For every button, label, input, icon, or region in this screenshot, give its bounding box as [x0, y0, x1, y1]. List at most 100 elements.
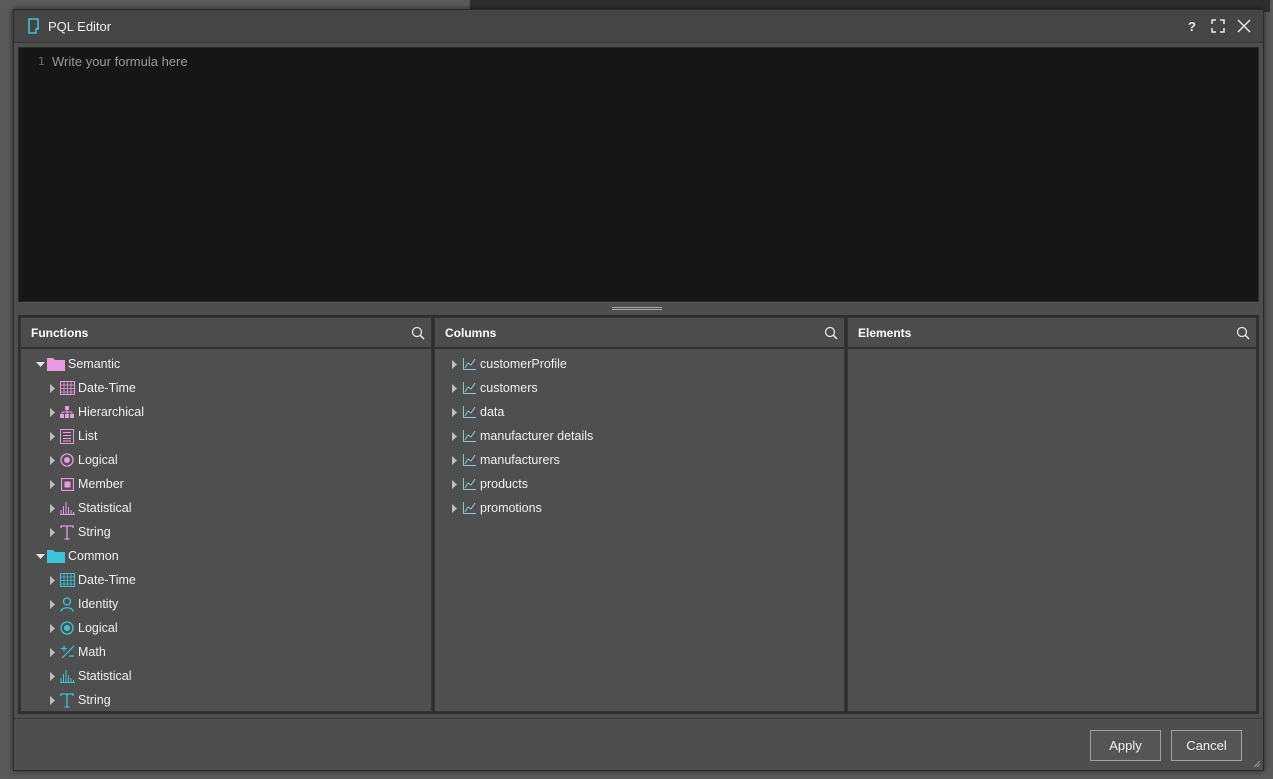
- close-icon[interactable]: [1235, 17, 1253, 35]
- tree-item-label: String: [78, 693, 111, 707]
- column-label: manufacturers: [480, 453, 560, 467]
- identity-icon: [59, 596, 75, 612]
- tree-item-label: Logical: [78, 621, 118, 635]
- cancel-button[interactable]: Cancel: [1171, 730, 1242, 761]
- search-icon[interactable]: [1236, 326, 1250, 340]
- column-label: manufacturer details: [480, 429, 594, 443]
- collapsed-caret-icon[interactable]: [449, 383, 459, 393]
- tree-item-identity[interactable]: Identity: [21, 592, 431, 616]
- functions-panel-header: Functions: [21, 318, 431, 349]
- column-label: customers: [480, 381, 538, 395]
- panels-area: Functions Semantic Date-Time Hierarchica…: [18, 315, 1259, 714]
- column-item[interactable]: products: [435, 472, 844, 496]
- column-item[interactable]: promotions: [435, 496, 844, 520]
- tree-item-member[interactable]: Member: [21, 472, 431, 496]
- tree-item-label: Date-Time: [78, 573, 136, 587]
- elements-panel-title: Elements: [858, 325, 912, 340]
- collapsed-caret-icon[interactable]: [449, 407, 459, 417]
- resize-grip-icon[interactable]: [1253, 760, 1261, 768]
- folder-icon: [47, 548, 65, 564]
- collapsed-caret-icon[interactable]: [449, 455, 459, 465]
- column-chart-icon: [461, 428, 477, 444]
- statistical-icon: [59, 668, 75, 684]
- collapsed-caret-icon[interactable]: [47, 383, 57, 393]
- columns-panel-title: Columns: [445, 325, 497, 340]
- collapsed-caret-icon[interactable]: [449, 359, 459, 369]
- maximize-icon[interactable]: [1209, 17, 1227, 35]
- column-item[interactable]: manufacturer details: [435, 424, 844, 448]
- collapsed-caret-icon[interactable]: [47, 503, 57, 513]
- tree-item-string[interactable]: String: [21, 520, 431, 544]
- column-chart-icon: [461, 380, 477, 396]
- column-chart-icon: [461, 404, 477, 420]
- window-title: PQL Editor: [48, 18, 112, 34]
- collapsed-caret-icon[interactable]: [47, 599, 57, 609]
- hierarchy-icon: [59, 404, 75, 420]
- tree-item-statistical[interactable]: Statistical: [21, 496, 431, 520]
- column-item[interactable]: customers: [435, 376, 844, 400]
- column-item[interactable]: data: [435, 400, 844, 424]
- columns-tree: customerProfile customers data manufactu…: [435, 349, 844, 520]
- column-label: customerProfile: [480, 357, 567, 371]
- splitter-grip[interactable]: [612, 307, 662, 310]
- collapsed-caret-icon[interactable]: [47, 647, 57, 657]
- logical-icon: [59, 620, 75, 636]
- collapsed-caret-icon[interactable]: [47, 695, 57, 705]
- tree-item-hierarchical[interactable]: Hierarchical: [21, 400, 431, 424]
- tree-item-label: Date-Time: [78, 381, 136, 395]
- tree-item-string[interactable]: String: [21, 688, 431, 712]
- collapsed-caret-icon[interactable]: [47, 575, 57, 585]
- tree-item-label: Statistical: [78, 669, 132, 683]
- collapsed-caret-icon[interactable]: [47, 527, 57, 537]
- folder-icon: [47, 356, 65, 372]
- tree-item-statistical[interactable]: Statistical: [21, 664, 431, 688]
- column-label: data: [480, 405, 505, 419]
- pql-editor-icon: [26, 18, 42, 34]
- dialog-footer: Apply Cancel: [14, 718, 1263, 770]
- functions-tree: Semantic Date-Time Hierarchical List Log…: [21, 349, 431, 712]
- expanded-caret-icon[interactable]: [35, 359, 45, 369]
- expanded-caret-icon[interactable]: [35, 551, 45, 561]
- calendar-icon: [59, 380, 75, 396]
- logical-icon: [59, 452, 75, 468]
- tree-item-math[interactable]: Math: [21, 640, 431, 664]
- collapsed-caret-icon[interactable]: [47, 407, 57, 417]
- collapsed-caret-icon[interactable]: [47, 455, 57, 465]
- apply-button[interactable]: Apply: [1090, 730, 1161, 761]
- tree-item-label: Hierarchical: [78, 405, 144, 419]
- elements-panel: Elements: [847, 317, 1257, 712]
- tree-group-common[interactable]: Common: [21, 544, 431, 568]
- functions-panel: Functions Semantic Date-Time Hierarchica…: [20, 317, 432, 712]
- collapsed-caret-icon[interactable]: [449, 431, 459, 441]
- pql-editor-dialog: PQL Editor ? 1 Write your formula here F…: [13, 9, 1264, 771]
- tree-item-logical[interactable]: Logical: [21, 616, 431, 640]
- string-icon: [59, 524, 75, 540]
- tree-group-label: Common: [68, 549, 119, 563]
- collapsed-caret-icon[interactable]: [449, 479, 459, 489]
- search-icon[interactable]: [824, 326, 838, 340]
- tree-item-date-time[interactable]: Date-Time: [21, 376, 431, 400]
- column-chart-icon: [461, 356, 477, 372]
- column-chart-icon: [461, 500, 477, 516]
- formula-editor[interactable]: 1 Write your formula here: [18, 47, 1259, 302]
- column-item[interactable]: manufacturers: [435, 448, 844, 472]
- tree-group-semantic[interactable]: Semantic: [21, 352, 431, 376]
- line-number: 1: [38, 55, 45, 68]
- collapsed-caret-icon[interactable]: [47, 671, 57, 681]
- elements-panel-header: Elements: [848, 318, 1256, 349]
- tree-item-date-time[interactable]: Date-Time: [21, 568, 431, 592]
- string-icon: [59, 692, 75, 708]
- tree-item-list[interactable]: List: [21, 424, 431, 448]
- column-item[interactable]: customerProfile: [435, 352, 844, 376]
- tree-item-label: Math: [78, 645, 106, 659]
- collapsed-caret-icon[interactable]: [47, 623, 57, 633]
- help-icon[interactable]: ?: [1183, 17, 1201, 35]
- tree-item-label: Logical: [78, 453, 118, 467]
- editor-splitter[interactable]: [14, 304, 1263, 312]
- collapsed-caret-icon[interactable]: [449, 503, 459, 513]
- tree-item-logical[interactable]: Logical: [21, 448, 431, 472]
- collapsed-caret-icon[interactable]: [47, 479, 57, 489]
- tree-group-label: Semantic: [68, 357, 121, 371]
- search-icon[interactable]: [411, 326, 425, 340]
- collapsed-caret-icon[interactable]: [47, 431, 57, 441]
